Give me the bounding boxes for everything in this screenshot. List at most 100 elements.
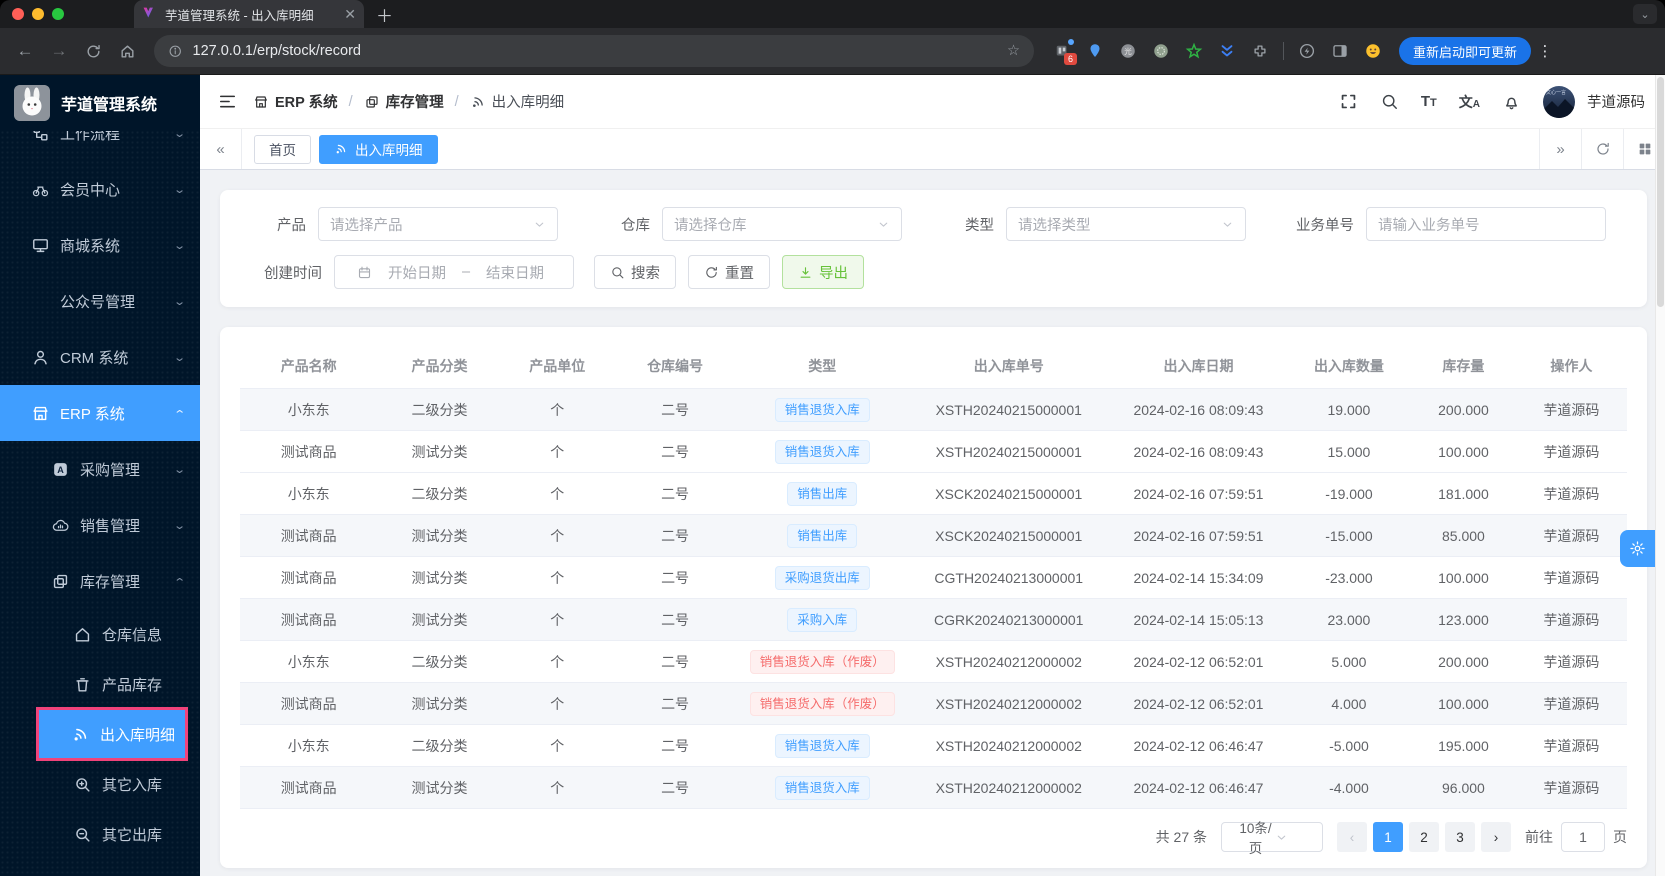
font-size-icon[interactable]: TT <box>1421 93 1437 110</box>
bookmark-star-icon[interactable]: ☆ <box>1007 43 1020 59</box>
battery-icon[interactable] <box>1297 41 1317 61</box>
cup-icon <box>72 674 92 694</box>
menu-fold-icon[interactable] <box>218 92 237 111</box>
window-minimize-button[interactable] <box>32 8 44 20</box>
search-button[interactable]: 搜索 <box>594 255 676 289</box>
cell-stock: 96.000 <box>1442 779 1485 796</box>
window-close-button[interactable] <box>12 8 24 20</box>
sidebar-item-9[interactable]: 仓库信息 <box>0 609 200 659</box>
product-select[interactable]: 请选择产品 <box>318 207 558 241</box>
sidebar-item-4[interactable]: CRM 系统 ⌄ <box>0 329 200 385</box>
window-zoom-button[interactable] <box>52 8 64 20</box>
cell-operator: 芋道源码 <box>1543 611 1600 628</box>
fullscreen-icon[interactable] <box>1339 92 1358 111</box>
browser-toolbar: ← → 127.0.0.1/erp/stock/record ☆ 6 光 重新启动… <box>0 28 1665 75</box>
pagination: 共 27 条 10条/页 ‹123› 前往 页 <box>240 821 1627 856</box>
warehouse-select[interactable]: 请选择仓库 <box>662 207 902 241</box>
smiley-icon[interactable] <box>1363 41 1383 61</box>
breadcrumb-item-2[interactable]: 出入库明细 <box>470 91 564 112</box>
cell-type: 销售出库 <box>737 523 907 548</box>
scrollbar-thumb[interactable] <box>1657 77 1664 307</box>
sidebar-item-7[interactable]: 销售管理 ⌄ <box>0 497 200 553</box>
sidebar-item-12[interactable]: 其它入库 <box>0 759 200 809</box>
new-tab-button[interactable]: ＋ <box>376 2 393 27</box>
page-size-select[interactable]: 10条/页 <box>1221 821 1323 856</box>
sidebar-item-label: 出入库明细 <box>100 726 176 744</box>
type-badge: 销售出库 <box>787 523 858 548</box>
app-logo-row[interactable]: 芋道管理系统 <box>0 75 200 131</box>
next-page-icon[interactable]: › <box>1481 822 1511 852</box>
cell-date: 2024-02-12 06:46:47 <box>1133 779 1264 796</box>
page-button-3[interactable]: 3 <box>1445 822 1475 852</box>
site-info-icon[interactable] <box>168 44 183 59</box>
cell-order_no: XSTH20240212000002 <box>935 695 1082 712</box>
bell-icon[interactable] <box>1502 92 1521 111</box>
page-tab-label: 出入库明细 <box>355 143 423 158</box>
goto-page-input[interactable] <box>1561 822 1605 852</box>
breadcrumb-item-1[interactable]: 库存管理 <box>364 91 444 112</box>
ext-circle-icon[interactable] <box>1151 41 1171 61</box>
side-panel-icon[interactable] <box>1330 41 1350 61</box>
tags-scroll-right-icon[interactable]: » <box>1539 129 1581 169</box>
cell-date: 2024-02-12 06:46:47 <box>1133 737 1264 754</box>
sidebar-item-8[interactable]: 库存管理 ⌄ <box>0 553 200 609</box>
sidebar-item-3[interactable]: 公众号管理 ⌄ <box>0 273 200 329</box>
browser-update-button[interactable]: 重新启动即可更新 <box>1399 37 1532 65</box>
refresh-icon <box>704 265 719 280</box>
tab-close-icon[interactable]: ✕ <box>344 6 356 23</box>
date-range-input[interactable]: 开始日期 – 结束日期 <box>334 255 574 289</box>
sidebar-item-label: 商城系统 <box>60 237 121 255</box>
settings-gear-button[interactable] <box>1620 530 1655 567</box>
user-icon <box>30 347 50 367</box>
back-icon[interactable]: ← <box>10 36 40 66</box>
prev-page-icon[interactable]: ‹ <box>1337 822 1367 852</box>
sidebar-item-6[interactable]: A 采购管理 ⌄ <box>0 441 200 497</box>
chevron-down-icon <box>1275 831 1314 844</box>
ext-coin-icon[interactable]: 光 <box>1118 41 1138 61</box>
forward-icon[interactable]: → <box>44 36 74 66</box>
column-header: 类型 <box>808 357 837 374</box>
cell-unit: 个 <box>550 779 565 796</box>
sidebar-item-2[interactable]: 商城系统 ⌄ <box>0 217 200 273</box>
ext-chevrons-icon[interactable] <box>1217 41 1237 61</box>
ext-green-star-icon[interactable] <box>1184 41 1204 61</box>
tab-search-button[interactable]: ⌄ <box>1633 4 1657 24</box>
page-scrollbar[interactable] <box>1655 75 1665 876</box>
page-tab-0[interactable]: 首页 <box>254 134 311 164</box>
search-icon[interactable] <box>1380 92 1399 111</box>
cell-warehouse: 二号 <box>661 443 690 460</box>
cell-operator: 芋道源码 <box>1543 695 1600 712</box>
chevron-down-icon: ⌄ <box>172 183 186 196</box>
translate-icon[interactable]: 文A <box>1459 92 1480 112</box>
reset-button[interactable]: 重置 <box>688 255 770 289</box>
page-button-2[interactable]: 2 <box>1409 822 1439 852</box>
reload-icon[interactable] <box>78 36 108 66</box>
table-row: 小东东 二级分类 个 二号 销售退货入库（作废） XSTH20240212000002 20… <box>240 641 1627 683</box>
biz-no-input[interactable]: 请输入业务单号 <box>1366 207 1606 241</box>
avatar[interactable]: 文心一言 <box>1543 85 1575 118</box>
puzzle-icon[interactable] <box>1250 41 1270 61</box>
breadcrumb-separator: / <box>348 93 353 110</box>
sidebar-item-11[interactable]: 出入库明细 <box>36 707 188 761</box>
home-icon-browser[interactable] <box>112 36 142 66</box>
browser-menu-icon[interactable]: ⋮ <box>1535 42 1555 60</box>
breadcrumb-separator: / <box>454 93 459 110</box>
browser-tab[interactable]: 芋道管理系统 - 出入库明细 ✕ <box>134 0 364 28</box>
tags-scroll-left-icon[interactable]: « <box>200 129 242 169</box>
page-button-1[interactable]: 1 <box>1373 822 1403 852</box>
tags-refresh-icon[interactable] <box>1581 129 1623 169</box>
page-tab-1[interactable]: 出入库明细 <box>319 134 438 164</box>
sidebar-item-13[interactable]: 其它出库 <box>0 809 200 859</box>
type-badge: 销售出库 <box>787 481 858 506</box>
sidebar-item-10[interactable]: 产品库存 <box>0 659 200 709</box>
username[interactable]: 芋道源码 <box>1587 91 1645 112</box>
type-select[interactable]: 请选择类型 <box>1006 207 1246 241</box>
breadcrumb-item-0[interactable]: ERP 系统 <box>253 91 338 112</box>
ext-balloon-icon[interactable] <box>1085 41 1105 61</box>
address-bar[interactable]: 127.0.0.1/erp/stock/record ☆ <box>154 35 1034 67</box>
chevron-down-icon: ⌄ <box>172 239 186 252</box>
sidebar-item-1[interactable]: 会员中心 ⌄ <box>0 161 200 217</box>
ext-pinned-icon[interactable]: 6 <box>1052 39 1077 65</box>
sidebar-item-5[interactable]: ERP 系统 ⌄ <box>0 385 200 441</box>
export-button[interactable]: 导出 <box>782 255 864 289</box>
